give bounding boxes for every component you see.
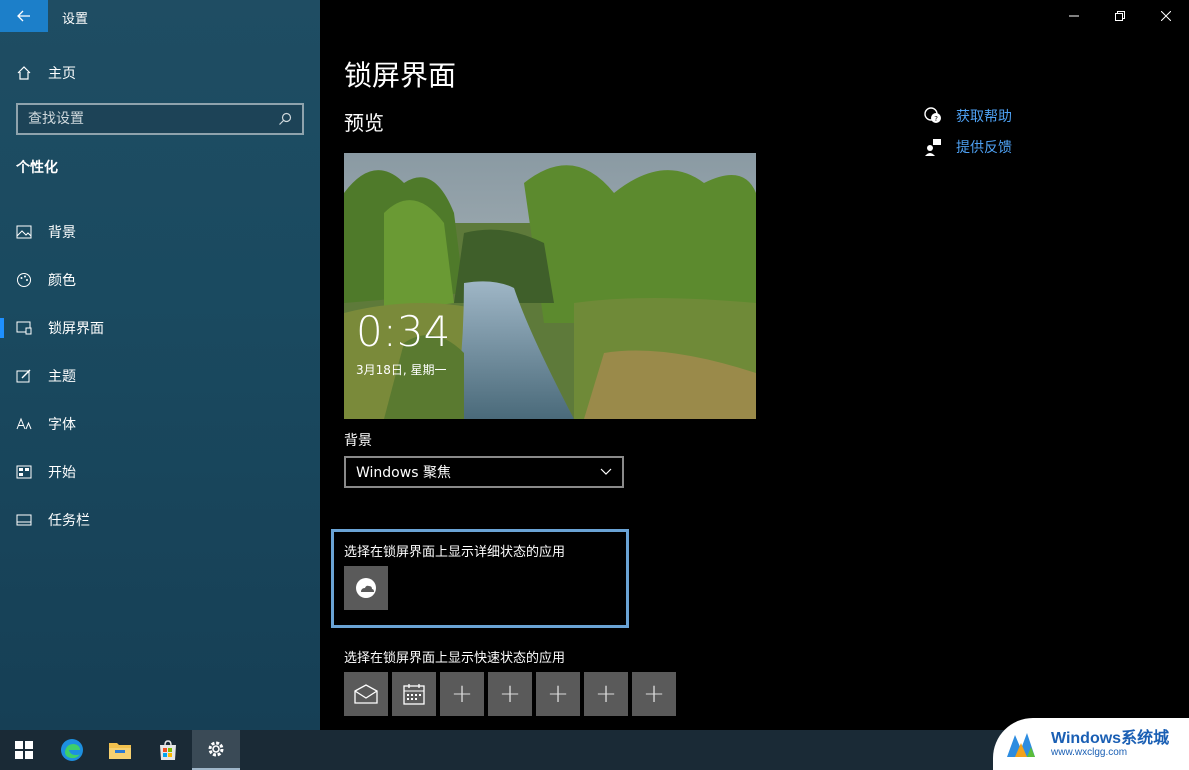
sidebar-nav: 背景 颜色 锁屏界面 主题 字体 开始 任务栏 xyxy=(0,208,320,544)
preview-title: 预览 xyxy=(344,111,384,135)
image-icon xyxy=(16,224,32,240)
sidebar-item-home[interactable]: 主页 xyxy=(16,62,76,84)
sidebar-item-fonts[interactable]: 字体 xyxy=(0,400,320,448)
close-button[interactable] xyxy=(1143,0,1189,32)
detail-status-label: 选择在锁屏界面上显示详细状态的应用 xyxy=(344,545,566,560)
detail-status-app-weather[interactable] xyxy=(344,566,388,610)
sidebar-item-lockscreen[interactable]: 锁屏界面 xyxy=(0,304,320,352)
gear-icon xyxy=(208,741,224,757)
taskbar-edge[interactable] xyxy=(48,730,96,770)
home-label: 主页 xyxy=(48,66,76,82)
plus-icon: + xyxy=(499,679,521,709)
store-icon xyxy=(160,740,176,760)
watermark-url: www.wxclgg.com xyxy=(1051,747,1128,759)
watermark-logo-icon xyxy=(1007,733,1035,757)
quick-status-app-calendar[interactable] xyxy=(392,672,436,716)
taskbar-settings[interactable] xyxy=(192,730,240,770)
sidebar-item-label: 字体 xyxy=(48,417,76,433)
get-help-text[interactable]: 获取帮助 xyxy=(956,106,1012,126)
minimize-button[interactable] xyxy=(1051,0,1097,32)
minimize-icon xyxy=(1069,15,1079,17)
feedback-link[interactable]: 提供反馈 xyxy=(924,131,1012,162)
help-links: ? 获取帮助 提供反馈 xyxy=(924,100,1012,162)
background-label: 背景 xyxy=(344,433,372,449)
sidebar-item-background[interactable]: 背景 xyxy=(0,208,320,256)
search-input[interactable] xyxy=(28,111,278,127)
edge-icon xyxy=(61,739,83,761)
quick-status-add-slot[interactable]: + xyxy=(536,672,580,716)
sidebar-item-themes[interactable]: 主题 xyxy=(0,352,320,400)
quick-status-app-mail[interactable] xyxy=(344,672,388,716)
quick-status-add-slot[interactable]: + xyxy=(584,672,628,716)
site-watermark: Windows系统城 www.wxclgg.com xyxy=(993,718,1189,770)
section-title: 个性化 xyxy=(16,160,58,176)
sidebar-item-start[interactable]: 开始 xyxy=(0,448,320,496)
restore-icon xyxy=(1115,11,1125,21)
lockscreen-icon xyxy=(16,320,32,336)
preview-date: 3月18日, 星期一 xyxy=(356,363,447,377)
quick-status-label: 选择在锁屏界面上显示快速状态的应用 xyxy=(344,651,566,666)
font-icon xyxy=(16,416,32,432)
home-icon xyxy=(17,66,31,80)
plus-icon: + xyxy=(595,679,617,709)
preview-landscape-image xyxy=(344,153,756,419)
window-title: 设置 xyxy=(62,12,89,27)
palette-icon xyxy=(16,272,32,288)
windows-logo-icon xyxy=(15,741,33,759)
calendar-icon xyxy=(403,684,425,705)
theme-icon xyxy=(16,368,32,384)
main-content: 锁屏界面 预览 0:34 3月18日, 星期一 背景 Windows 聚焦 选择 xyxy=(320,0,1189,730)
sidebar-item-label: 锁屏界面 xyxy=(48,321,104,337)
sidebar-item-colors[interactable]: 颜色 xyxy=(0,256,320,304)
plus-icon: + xyxy=(451,679,473,709)
sidebar-item-taskbar[interactable]: 任务栏 xyxy=(0,496,320,544)
sidebar-item-label: 主题 xyxy=(48,369,76,385)
plus-icon: + xyxy=(547,679,569,709)
sidebar: 设置 主页 个性化 背景 颜色 锁屏界面 主题 字体 xyxy=(0,0,320,730)
feedback-text[interactable]: 提供反馈 xyxy=(956,137,1012,157)
restore-button[interactable] xyxy=(1097,0,1143,32)
quick-status-add-slot[interactable]: + xyxy=(488,672,532,716)
background-dropdown[interactable]: Windows 聚焦 xyxy=(344,456,624,488)
window-controls xyxy=(1051,0,1189,32)
folder-icon xyxy=(109,743,131,759)
close-icon xyxy=(1161,11,1171,21)
weather-icon xyxy=(356,578,376,598)
quick-status-add-slot[interactable]: + xyxy=(440,672,484,716)
watermark-title: Windows系统城 xyxy=(1051,729,1170,747)
taskbar-file-explorer[interactable] xyxy=(96,730,144,770)
quick-status-add-slot[interactable]: + xyxy=(632,672,676,716)
get-help-link[interactable]: ? 获取帮助 xyxy=(924,100,1012,131)
sidebar-item-label: 开始 xyxy=(48,465,76,481)
svg-text:?: ? xyxy=(934,115,938,123)
sidebar-item-label: 颜色 xyxy=(48,273,76,289)
taskbar-store[interactable] xyxy=(144,730,192,770)
taskbar-icon xyxy=(16,512,32,528)
page-title: 锁屏界面 xyxy=(344,59,457,92)
chevron-down-icon xyxy=(600,468,612,475)
sidebar-item-label: 背景 xyxy=(48,225,76,241)
search-box[interactable] xyxy=(16,103,304,135)
search-icon[interactable] xyxy=(278,112,292,126)
lockscreen-preview: 0:34 3月18日, 星期一 xyxy=(344,153,756,419)
background-dropdown-value: Windows 聚焦 xyxy=(356,465,451,481)
mail-icon xyxy=(354,684,378,704)
start-icon xyxy=(16,464,32,480)
feedback-person-icon xyxy=(925,138,941,156)
back-arrow-icon xyxy=(17,10,30,22)
start-button[interactable] xyxy=(0,730,48,770)
back-button[interactable] xyxy=(0,0,48,32)
help-chat-icon: ? xyxy=(924,106,941,123)
plus-icon: + xyxy=(643,679,665,709)
preview-time: 0:34 xyxy=(356,307,451,356)
sidebar-item-label: 任务栏 xyxy=(48,513,90,529)
